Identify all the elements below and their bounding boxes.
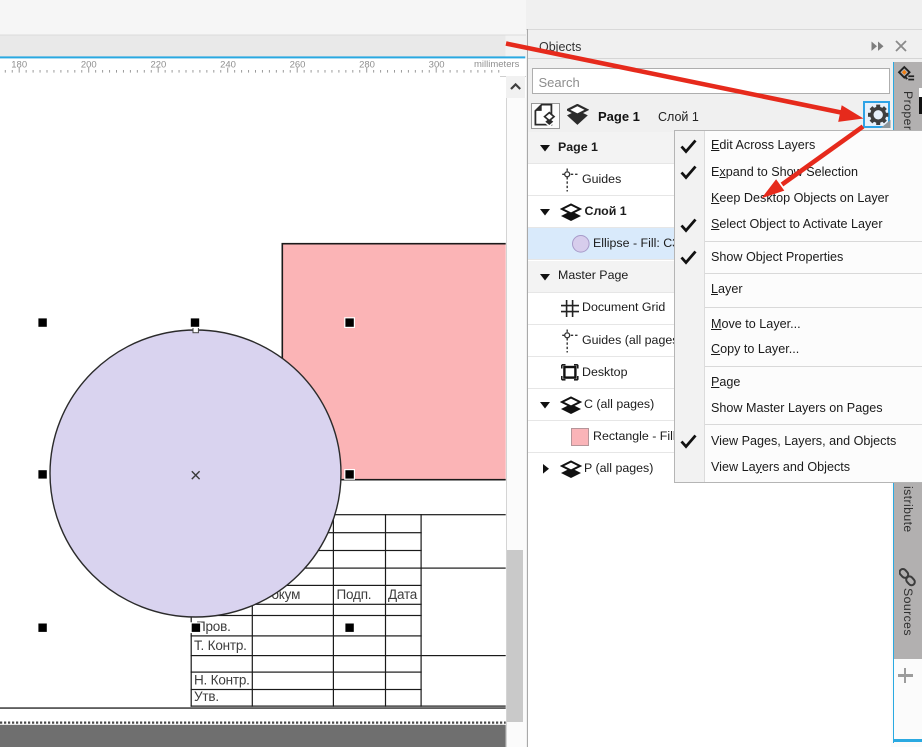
svg-text:Подп.: Подп. [337, 587, 372, 602]
svg-text:Н. Контр.: Н. Контр. [194, 673, 250, 688]
svg-text:Утв.: Утв. [194, 689, 219, 704]
svg-text:Т. Контр.: Т. Контр. [194, 638, 247, 653]
svg-text:Дата: Дата [388, 587, 418, 602]
